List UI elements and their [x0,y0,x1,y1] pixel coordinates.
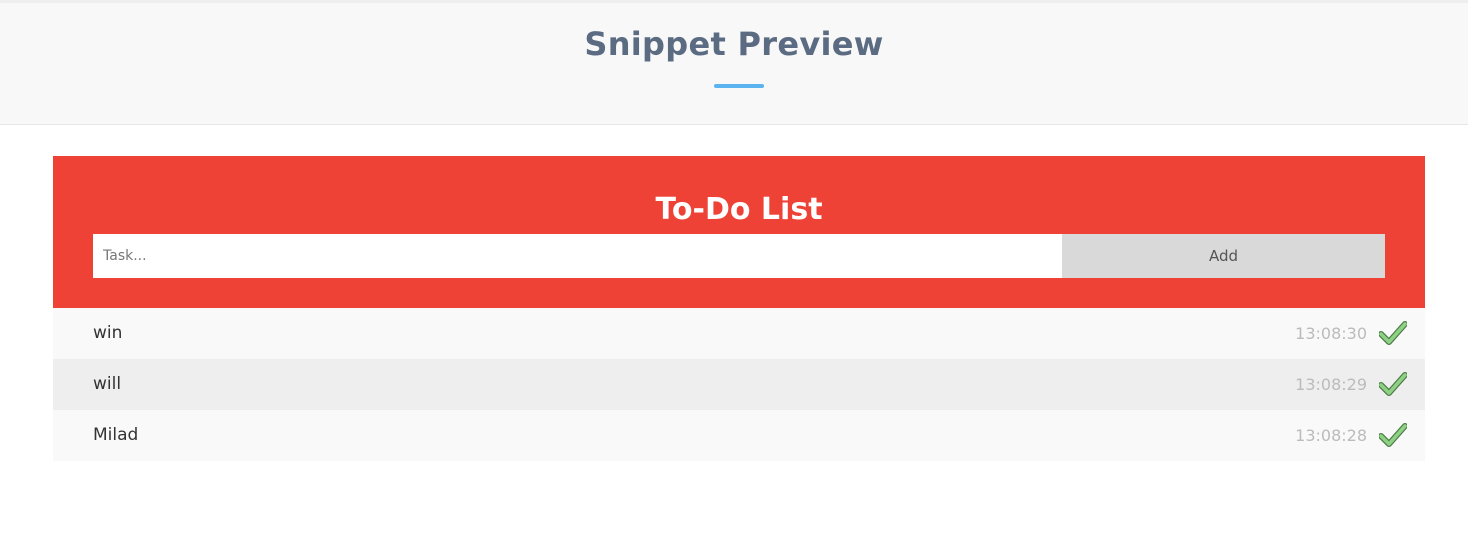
check-icon[interactable] [1379,372,1407,396]
snippet-preview-header: Snippet Preview [0,0,1468,125]
task-timestamp: 13:08:28 [1295,426,1367,445]
title-underline [714,84,764,88]
task-timestamp: 13:08:30 [1295,324,1367,343]
task-list: win 13:08:30 will 13:08:29 Milad 13:08:2… [53,308,1425,461]
todo-header-panel: To-Do List Add [53,156,1425,308]
add-button[interactable]: Add [1062,234,1385,278]
task-timestamp: 13:08:29 [1295,375,1367,394]
todo-title: To-Do List [655,192,823,227]
task-text: will [93,374,122,394]
task-text: win [93,323,123,343]
check-icon[interactable] [1379,423,1407,447]
task-item[interactable]: will 13:08:29 [53,359,1425,410]
task-input[interactable] [93,234,1062,278]
task-item[interactable]: win 13:08:30 [53,308,1425,359]
task-item[interactable]: Milad 13:08:28 [53,410,1425,461]
check-icon[interactable] [1379,321,1407,345]
task-text: Milad [93,425,139,445]
page-title: Snippet Preview [584,25,884,63]
